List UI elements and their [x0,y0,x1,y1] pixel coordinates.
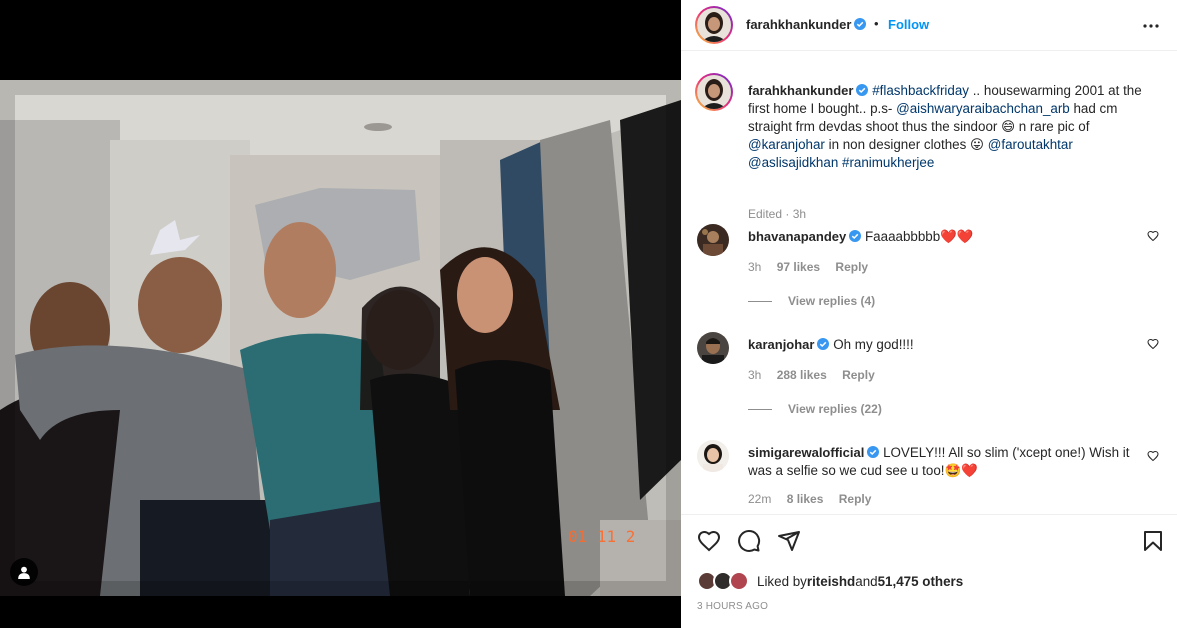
liker-username[interactable]: riteishd [807,574,855,589]
author-username[interactable]: farahkhankunder [746,17,867,32]
caption-link[interactable]: @aslisajidkhan [748,155,838,170]
caption-username[interactable]: farahkhankunder [748,83,853,98]
reply-button[interactable]: Reply [839,492,872,506]
party-photo-illustration: 01 11 2 [0,80,681,596]
comment-item: bhavanapandey Faaaabbbbb❤️❤️ 3h 97 likes… [695,224,1165,314]
likes-summary: Liked by riteishd and 51,475 others [697,571,963,591]
commenter-username[interactable]: simigarewalofficial [748,445,864,460]
post-actions: Liked by riteishd and 51,475 others 3 HO… [681,514,1177,628]
caption-link[interactable]: #ranimukherjee [842,155,934,170]
post-media: 01 11 2 [0,0,681,628]
date-stamp: 01 11 2 [568,527,635,546]
caption-link[interactable]: @karanjohar [748,137,825,152]
comment-bubble-icon[interactable] [737,529,761,553]
comment-text: Faaaabbbbb❤️❤️ [865,229,974,244]
commenter-avatar[interactable] [697,332,729,364]
view-replies-button[interactable]: View replies (22) [748,402,882,416]
verified-badge-icon [854,18,867,30]
like-comment-heart-icon[interactable] [1147,230,1159,242]
post-header: farahkhankunder • Follow [681,0,1177,51]
verified-badge-icon [856,84,869,96]
commenter-avatar[interactable] [697,440,729,472]
commenter-username[interactable]: bhavanapandey [748,229,846,244]
liker-avatars[interactable] [697,571,751,591]
verified-badge-icon [817,338,830,350]
verified-badge-icon [867,446,880,458]
view-replies-button[interactable]: View replies (4) [748,294,875,308]
comment-time: 3h [748,368,762,382]
save-bookmark-icon[interactable] [1141,529,1165,553]
caption-link[interactable]: #flashbackfriday [872,83,969,98]
caption-text-fragment: 😄 [1001,119,1016,134]
comment-item: karanjohar Oh my god!!!! 3h 288 likes Re… [695,332,1165,422]
commenter-username[interactable]: karanjohar [748,337,814,352]
comments-list[interactable]: farahkhankunder #flashbackfriday .. hous… [681,51,1177,514]
commenter-avatar[interactable] [697,224,729,256]
post-details-panel: farahkhankunder • Follow farahkhankunder… [681,0,1177,628]
author-avatar[interactable] [695,6,733,44]
post-photo[interactable]: 01 11 2 [0,80,681,596]
caption-link[interactable]: @faroutakhtar [988,137,1073,152]
comment-item: simigarewalofficial LOVELY!!! All so sli… [695,440,1165,510]
header-separator: • [874,16,879,31]
share-paper-plane-icon[interactable] [777,529,801,553]
comment-likes[interactable]: 288 likes [777,368,827,382]
caption-meta: Edited · 3h [748,207,807,221]
follow-button[interactable]: Follow [888,17,929,32]
caption-text-fragment: in non designer clothes [824,137,971,152]
comment-likes[interactable]: 97 likes [777,260,820,274]
tagged-users-button[interactable] [10,558,38,586]
like-comment-heart-icon[interactable] [1147,450,1159,462]
more-options-icon[interactable] [1139,14,1163,38]
user-icon [18,566,30,579]
caption-text-fragment: 😛 [970,137,985,152]
comment-text: Oh my god!!!! [833,337,914,352]
like-comment-heart-icon[interactable] [1147,338,1159,350]
verified-badge-icon [849,230,862,242]
like-heart-icon[interactable] [697,529,721,553]
post-timestamp[interactable]: 3 HOURS AGO [697,601,768,612]
comment-time: 3h [748,260,762,274]
caption-author-avatar[interactable] [695,73,733,111]
caption-text: farahkhankunder #flashbackfriday .. hous… [748,82,1148,172]
likes-count[interactable]: 51,475 others [878,574,964,589]
caption-link[interactable]: @aishwaryaraibachchan_arb [896,101,1070,116]
reply-button[interactable]: Reply [842,368,875,382]
comment-time: 22m [748,492,772,506]
reply-button[interactable]: Reply [835,260,868,274]
caption-text-fragment: n rare pic of [1015,119,1090,134]
post-caption: farahkhankunder #flashbackfriday .. hous… [695,73,1165,223]
comment-likes[interactable]: 8 likes [787,492,824,506]
